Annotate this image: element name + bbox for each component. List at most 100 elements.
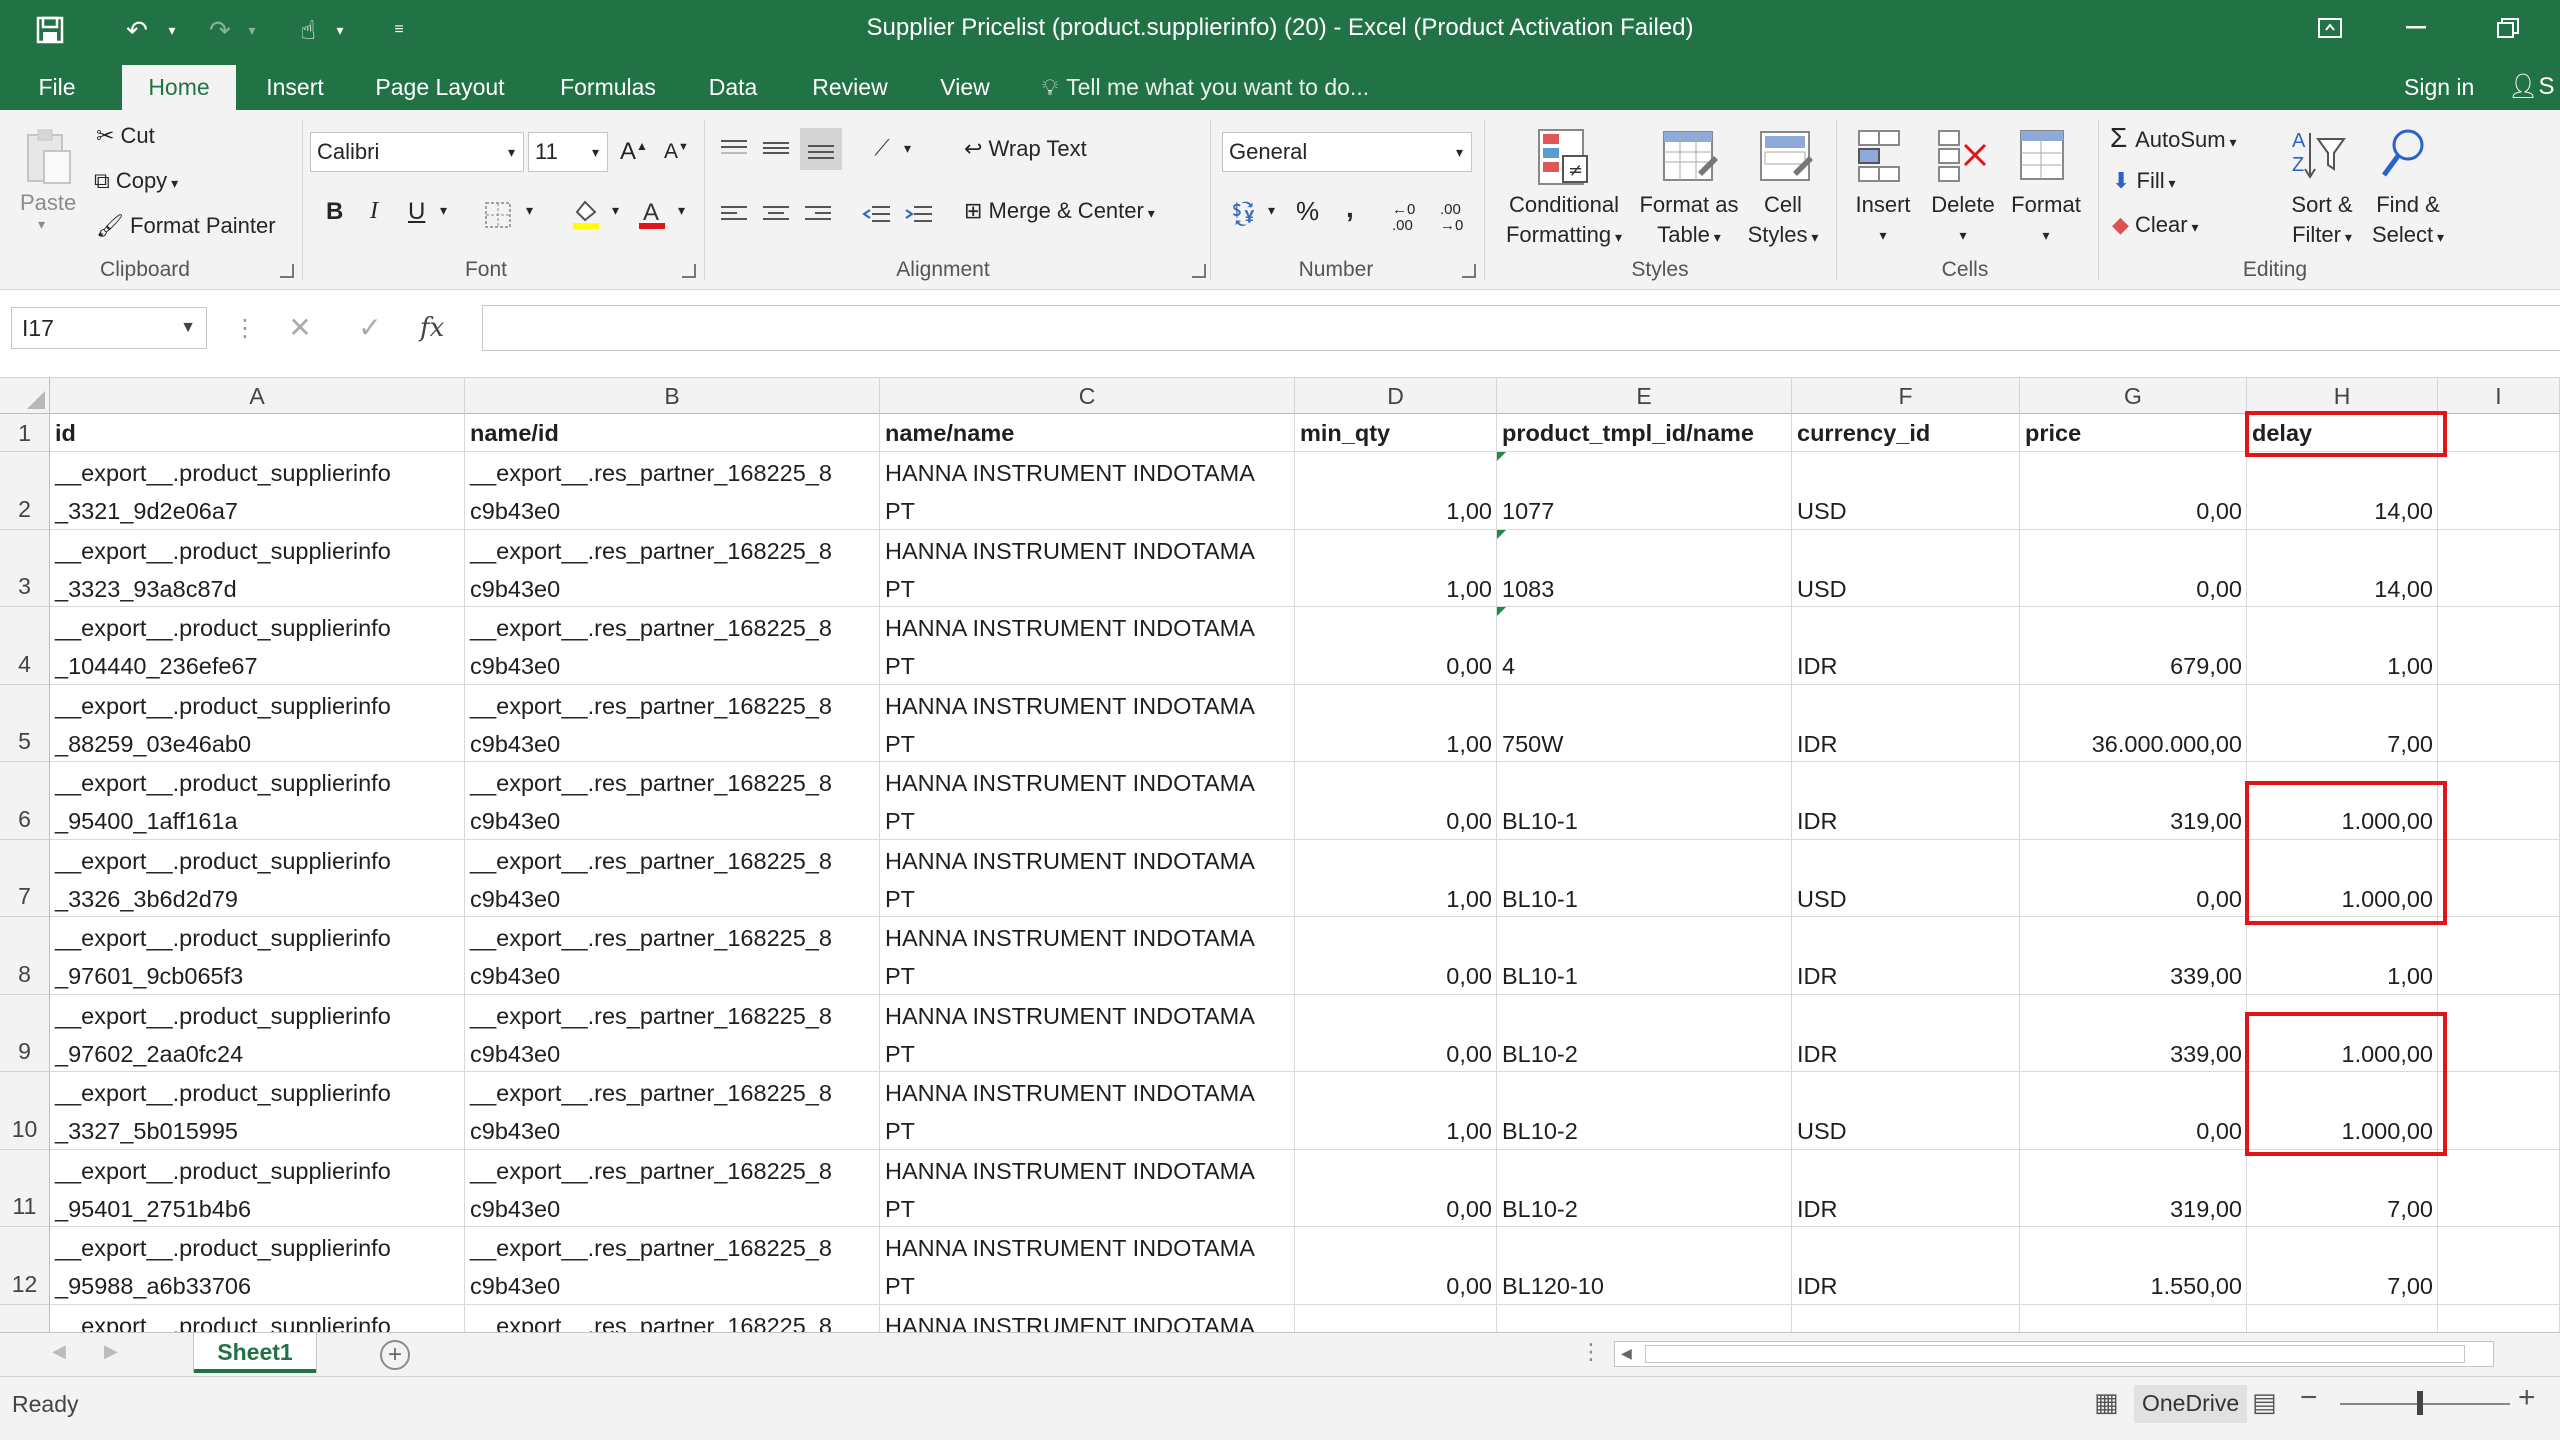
cell-delay[interactable]: 1.000,00 [2247, 1072, 2438, 1150]
decrease-decimal-icon[interactable]: .00 →0 [1440, 202, 1463, 234]
header-cell-name-name[interactable]: name/name [880, 414, 1295, 452]
column-header-c[interactable]: C [880, 378, 1295, 414]
cell-currency[interactable]: USD [1792, 1072, 2020, 1150]
empty-cell[interactable] [2438, 839, 2560, 917]
empty-cell[interactable] [2438, 1072, 2560, 1150]
cell-price[interactable]: 0,00 [2020, 1072, 2247, 1150]
error-indicator-icon[interactable] [1497, 607, 1506, 616]
underline-button[interactable]: U [408, 198, 425, 226]
cell-delay[interactable]: 1.000,00 [2247, 762, 2438, 840]
cell-id[interactable]: __export__.product_supplierinfo _97602_2a… [50, 994, 465, 1072]
cell-partner-name[interactable]: HANNA INSTRUMENT INDOTAMA PT [880, 684, 1295, 762]
column-header-b[interactable]: B [465, 378, 880, 414]
minimize-icon[interactable] [2386, 8, 2446, 48]
row-header[interactable]: 6 [0, 762, 50, 840]
top-align-icon[interactable] [716, 130, 752, 166]
empty-cell[interactable] [2438, 994, 2560, 1072]
orientation-icon[interactable]: ⟋ [862, 130, 902, 166]
conditional-formatting-button[interactable]: Conditional Formatting ▾ [1504, 190, 1624, 252]
cell-delay[interactable]: 7,00 [2247, 1149, 2438, 1227]
font-color-dropdown-icon[interactable]: ▾ [678, 202, 685, 219]
cell-product[interactable]: 750W [1497, 684, 1792, 762]
bold-button[interactable]: B [326, 198, 343, 226]
cell-price[interactable]: 339,00 [2020, 917, 2247, 995]
row-header[interactable]: 3 [0, 529, 50, 607]
cell-currency[interactable]: IDR [1792, 607, 2020, 685]
header-cell-currency[interactable]: currency_id [1792, 414, 2020, 452]
increase-font-icon[interactable]: A▲ [620, 138, 648, 166]
borders-icon[interactable] [478, 196, 518, 234]
cell-product[interactable]: BL10-1 [1497, 839, 1792, 917]
font-family-select[interactable]: Calibri ▾ [310, 132, 524, 172]
header-cell-delay[interactable]: delay [2247, 414, 2438, 452]
page-break-view-icon[interactable]: ▤ [2252, 1387, 2277, 1418]
delete-cells-icon[interactable] [1934, 122, 1992, 188]
zoom-slider[interactable] [2340, 1403, 2510, 1405]
row-header[interactable]: 2 [0, 452, 50, 530]
row-header[interactable]: 11 [0, 1149, 50, 1227]
font-size-select[interactable]: 11 ▾ [528, 132, 608, 172]
row-header[interactable]: 5 [0, 684, 50, 762]
cell-partner-name[interactable]: HANNA INSTRUMENT INDOTAMA PT [880, 452, 1295, 530]
cell-id[interactable]: __export__.product_supplierinfo _95401_27… [50, 1149, 465, 1227]
fill-color-icon[interactable] [566, 194, 606, 234]
formula-bar-grip-icon[interactable]: ⋮ [233, 314, 257, 343]
cell-min-qty[interactable]: 1,00 [1295, 839, 1497, 917]
header-cell-name-id[interactable]: name/id [465, 414, 880, 452]
cell-price[interactable]: 0,00 [2020, 529, 2247, 607]
cell-id[interactable]: __export__.product_supplierinfo _3321_9d2… [50, 452, 465, 530]
increase-indent-icon[interactable] [900, 196, 936, 232]
cell-product[interactable]: BL10-1 [1497, 917, 1792, 995]
cell-partner-name[interactable]: HANNA INSTRUMENT INDOTAMA PT [880, 1227, 1295, 1305]
scroll-tabs-right-icon[interactable]: ▶ [104, 1341, 118, 1362]
name-box[interactable]: I17 ▼ [11, 307, 207, 349]
header-cell-product-tmpl[interactable]: product_tmpl_id/name [1497, 414, 1792, 452]
column-header-d[interactable]: D [1295, 378, 1497, 414]
cell-partner-name[interactable]: HANNA INSTRUMENT INDOTAMA PT [880, 762, 1295, 840]
cell-product[interactable]: BL10-1 [1497, 762, 1792, 840]
cell-currency[interactable]: IDR [1792, 994, 2020, 1072]
cell-id[interactable]: __export__.product_supplierinfo _97601_9c… [50, 917, 465, 995]
normal-view-icon[interactable]: ▦ [2094, 1387, 2119, 1418]
cell-currency[interactable]: IDR [1792, 684, 2020, 762]
cell-min-qty[interactable]: 1,00 [1295, 452, 1497, 530]
column-header-e[interactable]: E [1497, 378, 1792, 414]
row-header[interactable]: 12 [0, 1227, 50, 1305]
cell-price[interactable]: 0,00 [2020, 839, 2247, 917]
middle-align-icon[interactable] [758, 130, 794, 166]
enter-entry-icon[interactable]: ✓ [350, 307, 390, 349]
cell-product[interactable]: BL10-2 [1497, 1072, 1792, 1150]
cell-id[interactable]: __export__.product_supplierinfo [50, 1304, 465, 1332]
horizontal-scroll-thumb[interactable] [1645, 1345, 2465, 1363]
row-header[interactable]: 1 [0, 414, 50, 452]
cell-partner-name[interactable]: HANNA INSTRUMENT INDOTAMA PT [880, 1072, 1295, 1150]
cell-currency[interactable]: USD [1792, 839, 2020, 917]
cell-delay[interactable]: 1,00 [2247, 917, 2438, 995]
zoom-out-icon[interactable]: − [2300, 1381, 2318, 1415]
tell-me-search[interactable]: 💡︎ Tell me what you want to do... [1042, 68, 1369, 106]
cell-partner-name[interactable]: HANNA INSTRUMENT INDOTAMA PT [880, 917, 1295, 995]
empty-cell[interactable] [2438, 1304, 2560, 1332]
empty-cell[interactable] [2438, 762, 2560, 840]
cell-partner-id[interactable]: __export__.res_partner_168225_8 c9b43e0 [465, 762, 880, 840]
font-launcher-icon[interactable] [682, 264, 696, 278]
horizontal-scrollbar[interactable]: ◀ [1614, 1341, 2494, 1367]
decrease-indent-icon[interactable] [858, 196, 894, 232]
cell-price[interactable]: 319,00 [2020, 1149, 2247, 1227]
cell-id[interactable]: __export__.product_supplierinfo _3323_93a… [50, 529, 465, 607]
column-header-f[interactable]: F [1792, 378, 2020, 414]
cell-product[interactable]: BL120-10 [1497, 1227, 1792, 1305]
row-header[interactable]: 4 [0, 607, 50, 685]
cancel-entry-icon[interactable]: ✕ [280, 307, 320, 349]
insert-cells-icon[interactable] [1854, 122, 1912, 188]
cell-partner-id[interactable]: __export__.res_partner_168225_8 [465, 1304, 880, 1332]
orientation-dropdown-icon[interactable]: ▾ [904, 140, 911, 157]
column-header-a[interactable]: A [50, 378, 465, 414]
number-format-select[interactable]: General ▾ [1222, 132, 1472, 172]
cell-product[interactable]: 1083 [1497, 529, 1792, 607]
empty-cell[interactable] [2438, 414, 2560, 452]
cell-partner-id[interactable]: __export__.res_partner_168225_8 c9b43e0 [465, 1072, 880, 1150]
empty-cell[interactable] [2438, 684, 2560, 762]
autosum-button[interactable]: Σ AutoSum ▾ [2110, 122, 2237, 154]
delete-button[interactable]: Delete ▾ [1930, 190, 1996, 250]
